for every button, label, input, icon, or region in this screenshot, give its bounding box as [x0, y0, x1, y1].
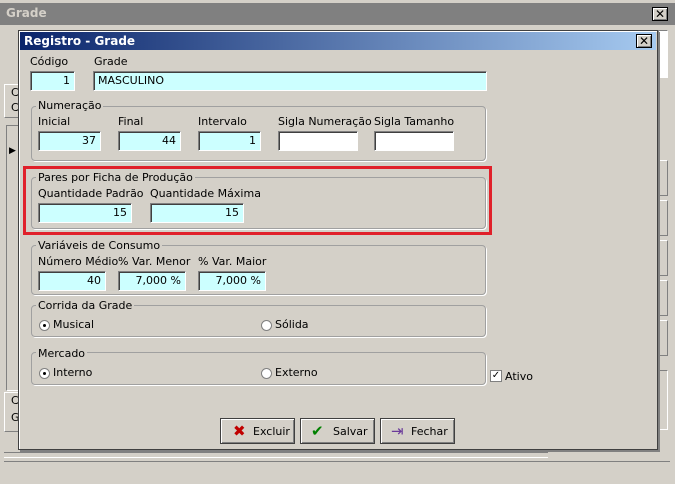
fechar-button[interactable]: ⇥ Fechar	[380, 418, 455, 444]
mercado-group	[31, 352, 486, 385]
codigo-label: Código	[30, 55, 69, 68]
musical-label[interactable]: Musical	[53, 318, 94, 331]
door-exit-icon: ⇥	[391, 422, 404, 440]
sigla-numeracao-field[interactable]	[278, 131, 358, 151]
corrida-title: Corrida da Grade	[36, 299, 135, 312]
outer-right-button-1[interactable]	[658, 160, 668, 196]
close-icon: ✕	[638, 34, 650, 48]
close-icon: ✕	[654, 7, 666, 21]
solida-label[interactable]: Sólida	[275, 318, 309, 331]
ativo-checkbox[interactable]: ✓	[490, 370, 502, 382]
mercado-title: Mercado	[36, 347, 88, 360]
outer-right-button-5[interactable]	[658, 320, 668, 356]
externo-label[interactable]: Externo	[275, 366, 318, 379]
var-menor-label: % Var. Menor	[118, 255, 191, 268]
outer-top-field	[658, 30, 668, 78]
final-label: Final	[118, 115, 144, 128]
ativo-label[interactable]: Ativo	[505, 370, 533, 383]
check-icon: ✔	[311, 422, 324, 440]
grade-field[interactable]: MASCULINO	[93, 71, 487, 91]
outer-close-button[interactable]: ✕	[652, 7, 668, 21]
var-maior-label: % Var. Maior	[198, 255, 267, 268]
outer-title: Grade	[6, 6, 47, 20]
inicial-label: Inicial	[38, 115, 71, 128]
numero-medio-label: Número Médio	[38, 255, 119, 268]
excluir-button[interactable]: ✖ Excluir	[220, 418, 295, 444]
musical-radio[interactable]	[39, 320, 50, 331]
interno-radio[interactable]	[39, 368, 50, 379]
interno-label[interactable]: Interno	[53, 366, 92, 379]
numero-medio-field[interactable]: 40	[38, 271, 106, 291]
codigo-field[interactable]: 1	[30, 71, 75, 91]
outer-right-button-3[interactable]	[658, 240, 668, 276]
intervalo-label: Intervalo	[198, 115, 247, 128]
inicial-field[interactable]: 37	[38, 131, 101, 151]
excluir-label: Excluir	[253, 425, 290, 438]
dialog-close-button[interactable]: ✕	[636, 34, 652, 48]
sigla-tamanho-field[interactable]	[374, 131, 454, 151]
dialog-title-bar: Registro - Grade	[20, 32, 656, 50]
sigla-tamanho-label: Sigla Tamanho	[374, 115, 455, 128]
var-menor-field[interactable]: 7,000 %	[118, 271, 186, 291]
outer-right-button-2[interactable]	[658, 200, 668, 236]
externo-radio[interactable]	[261, 368, 272, 379]
variaveis-title: Variáveis de Consumo	[36, 239, 163, 252]
sigla-numeracao-label: Sigla Numeração	[278, 115, 372, 128]
numeracao-title: Numeração	[36, 99, 104, 112]
row-indicator-icon: ▶	[9, 146, 16, 156]
salvar-button[interactable]: ✔ Salvar	[300, 418, 375, 444]
x-icon: ✖	[233, 422, 246, 440]
outer-status-bar	[4, 461, 670, 479]
solida-radio[interactable]	[261, 320, 272, 331]
outer-right-panel	[658, 370, 668, 430]
final-field[interactable]: 44	[118, 131, 181, 151]
outer-divider	[4, 452, 548, 458]
grade-label: Grade	[94, 55, 128, 68]
highlight-box	[23, 166, 492, 235]
fechar-label: Fechar	[411, 425, 448, 438]
dialog-title: Registro - Grade	[24, 34, 136, 48]
salvar-label: Salvar	[333, 425, 368, 438]
intervalo-field[interactable]: 1	[198, 131, 261, 151]
outer-title-bar: Grade	[0, 3, 675, 25]
check-icon: ✓	[491, 370, 501, 381]
outer-right-button-4[interactable]	[658, 280, 668, 316]
var-maior-field[interactable]: 7,000 %	[198, 271, 266, 291]
